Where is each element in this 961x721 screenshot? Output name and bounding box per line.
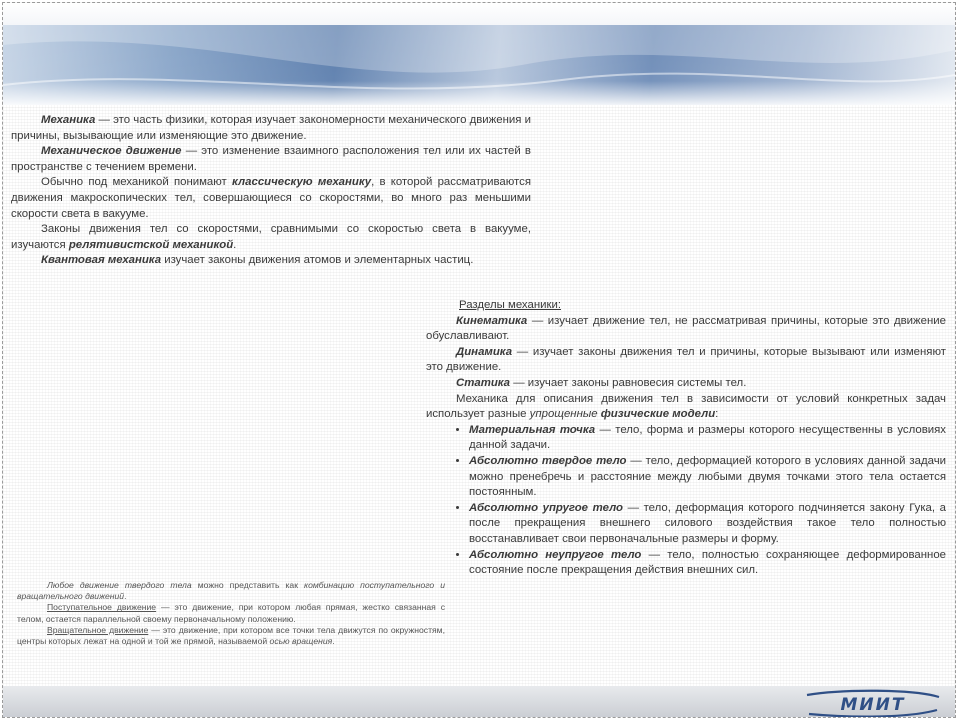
miit-logo: МИИТ xyxy=(806,689,940,717)
list-item: Абсолютно упругое тело — тело, деформаци… xyxy=(469,501,946,548)
slide: Механика — это часть физики, которая изу… xyxy=(2,2,956,718)
banner-wave-decoration xyxy=(3,25,955,90)
term-translational-motion: Поступательное движение xyxy=(47,602,157,613)
term-statics: Статика xyxy=(456,376,511,389)
mechanics-sections: Разделы механики: Кинематика — изучает д… xyxy=(426,298,946,579)
term-dynamics: Динамика xyxy=(456,345,513,358)
rigid-body-motion-note: Любое движение твердого тела можно предс… xyxy=(17,580,445,647)
list-item: Материальная точка — тело, форма и разме… xyxy=(469,423,946,454)
term-kinematics: Кинематика xyxy=(456,314,528,327)
term-physical-models: физические модели xyxy=(600,408,716,421)
list-item: Абсолютно неупругое тело — тело, полност… xyxy=(469,548,946,579)
classical-mechanics-paragraph: Обычно под механикой понимают классическ… xyxy=(11,176,531,220)
term-mechanical-motion: Механическое движение xyxy=(41,145,182,158)
relativistic-paragraph: Законы движения тел со скоростями, сравн… xyxy=(11,223,531,251)
term-classical-mechanics: классическую механику xyxy=(232,176,372,189)
term-rotational-motion: Вращательное движение xyxy=(47,624,149,635)
motion-definition: Механическое движение — это изменение вз… xyxy=(11,145,531,173)
dynamics-paragraph: Динамика — изучает законы движения тел и… xyxy=(426,345,946,374)
logo-text: МИИТ xyxy=(841,695,906,715)
models-paragraph: Механика для описания движения тел в зав… xyxy=(426,392,946,421)
term-mechanics: Механика xyxy=(41,114,96,126)
mechanics-definition: Механика — это часть физики, которая изу… xyxy=(11,114,531,142)
top-strip xyxy=(3,3,955,25)
kinematics-paragraph: Кинематика — изучает движение тел, не ра… xyxy=(426,314,946,343)
list-item: Абсолютно твердое тело — тело, деформаци… xyxy=(469,454,946,501)
statics-paragraph: Статика — изучает законы равновесия сист… xyxy=(456,376,747,389)
note-rotational: Вращательное движение — это движение, пр… xyxy=(17,624,445,647)
note-combination: Любое движение твердого тела можно предс… xyxy=(17,580,445,602)
note-translational: Поступательное движение — это движение, … xyxy=(17,602,445,624)
sections-title: Разделы механики: xyxy=(459,299,561,311)
mechanics-intro: Механика — это часть физики, которая изу… xyxy=(11,113,531,269)
quantum-paragraph: Квантовая механика изучает законы движен… xyxy=(41,254,474,267)
physical-models-list: Материальная точка — тело, форма и разме… xyxy=(426,423,946,579)
term-quantum-mechanics: Квантовая механика xyxy=(41,254,162,267)
term-relativistic-mechanics: релятивистской механикой xyxy=(68,238,234,251)
